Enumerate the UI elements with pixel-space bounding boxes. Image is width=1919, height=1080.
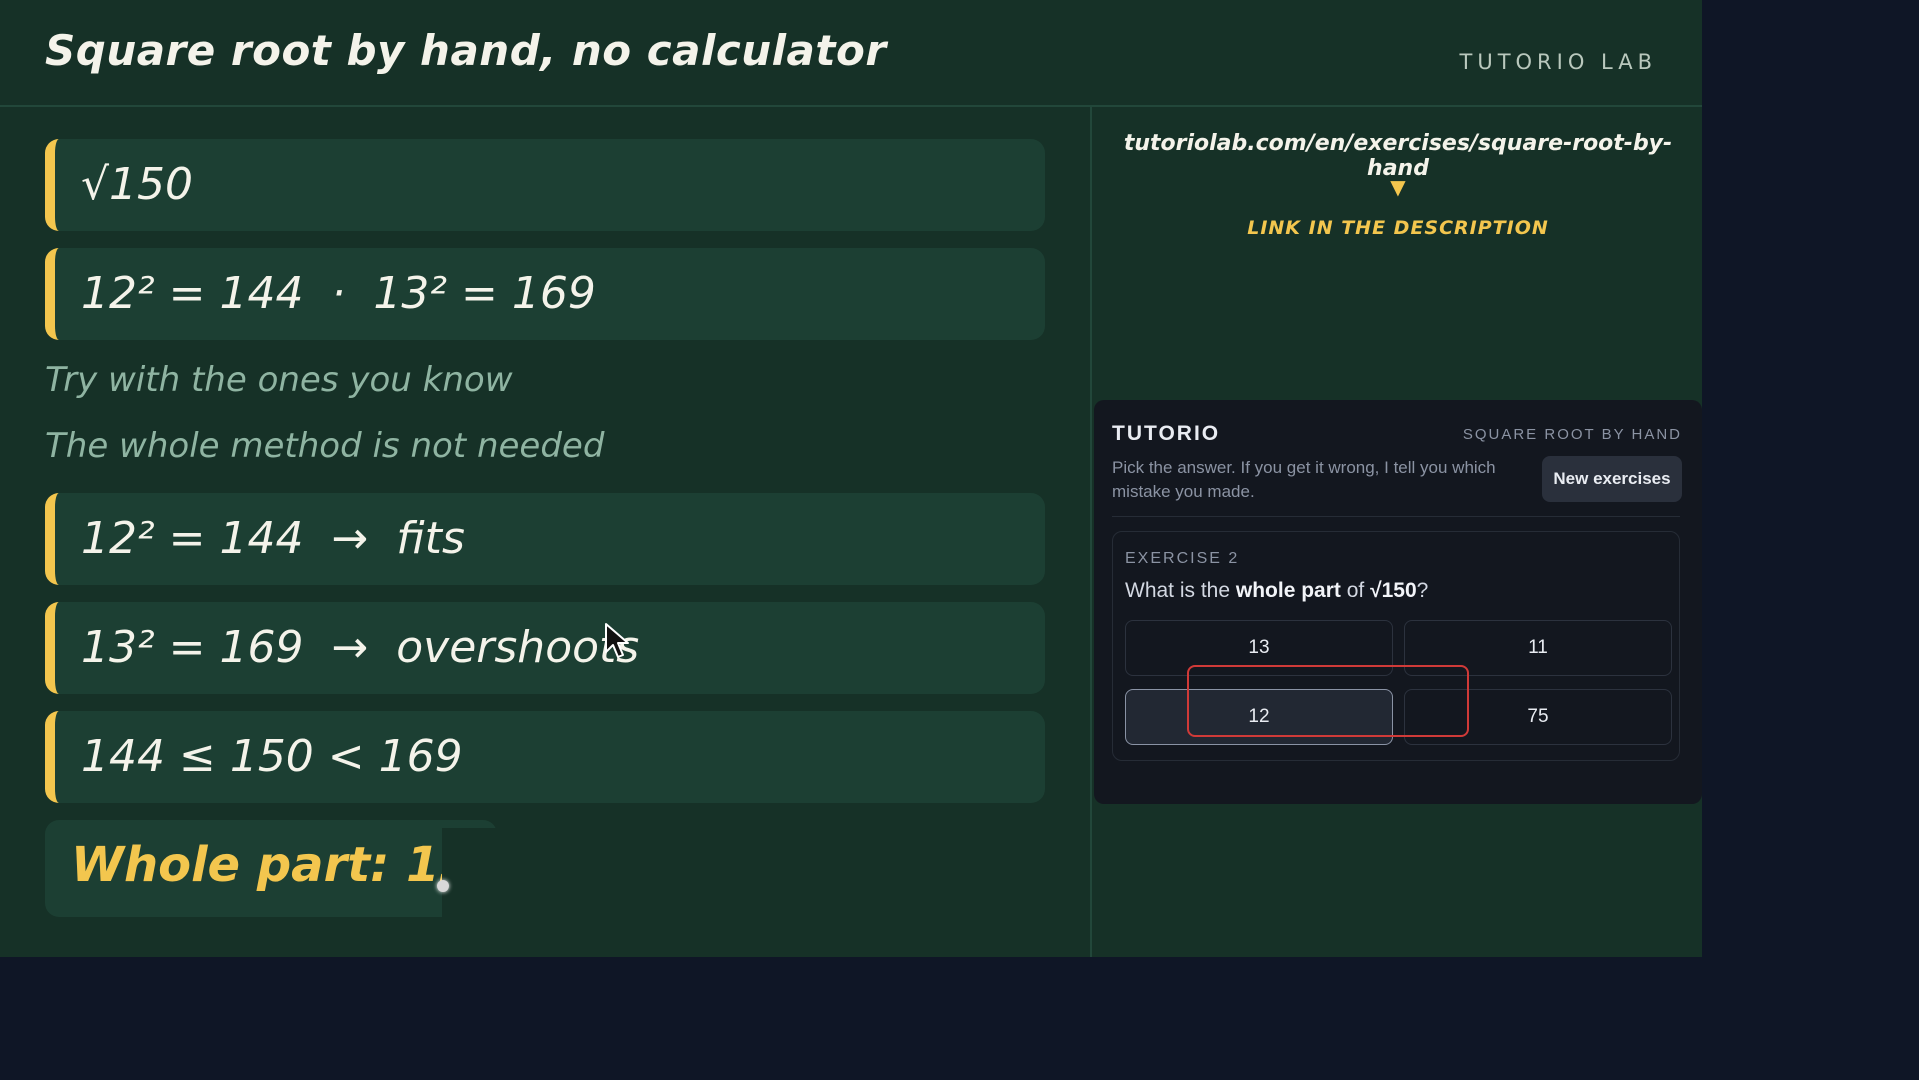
link-description-label: LINK IN THE DESCRIPTION bbox=[1247, 217, 1549, 239]
question-text: of bbox=[1340, 579, 1371, 602]
result-text: Whole part: 12 bbox=[71, 837, 473, 893]
header: Square root by hand, no calculator TUTOR… bbox=[0, 0, 1702, 107]
exercise-widget: TUTORIO SQUARE ROOT BY HAND Pick the ans… bbox=[1094, 400, 1702, 804]
hint-text-1: Try with the ones you know bbox=[45, 360, 513, 400]
step-card-5: 144 ≤ 150 < 169 bbox=[45, 711, 1045, 803]
page-title: Square root by hand, no calculator bbox=[45, 26, 887, 75]
exercise-url: tutoriolab.com/en/exercises/square-root-… bbox=[1123, 131, 1673, 181]
mouse-cursor-icon bbox=[605, 623, 629, 658]
step-card-4: 13² = 169 → overshoots bbox=[45, 602, 1045, 694]
step-text: 13² = 169 → overshoots bbox=[81, 622, 640, 673]
step-card-2: 12² = 144 · 13² = 169 bbox=[45, 248, 1045, 340]
vertical-divider bbox=[1090, 107, 1092, 957]
question-emphasis: whole part bbox=[1235, 579, 1341, 602]
exercise-question: What is the whole part of √150? bbox=[1125, 579, 1428, 603]
step-text: 12² = 144 · 13² = 169 bbox=[81, 268, 596, 319]
hint-text-2: The whole method is not needed bbox=[45, 426, 605, 466]
widget-separator bbox=[1112, 516, 1680, 517]
question-expression: √150 bbox=[1370, 579, 1417, 602]
brand-logo: TUTORIO LAB bbox=[1459, 50, 1657, 74]
highlight-rectangle bbox=[1187, 665, 1469, 737]
arrow-down-icon: ▼ bbox=[1390, 175, 1406, 199]
widget-title: TUTORIO bbox=[1112, 422, 1221, 445]
video-frame: Square root by hand, no calculator TUTOR… bbox=[0, 0, 1702, 957]
reveal-mask bbox=[442, 828, 502, 920]
step-card-3: 12² = 144 → fits bbox=[45, 493, 1045, 585]
pen-dot bbox=[437, 880, 449, 892]
widget-subtitle: SQUARE ROOT BY HAND bbox=[1462, 426, 1682, 443]
step-card-1: √150 bbox=[45, 139, 1045, 231]
result-card: Whole part: 12 bbox=[45, 820, 497, 917]
new-exercises-button[interactable]: New exercises bbox=[1542, 456, 1682, 502]
widget-description: Pick the answer. If you get it wrong, I … bbox=[1112, 458, 1496, 501]
step-text: √150 bbox=[81, 159, 194, 210]
question-text: ? bbox=[1416, 579, 1429, 602]
step-text: 144 ≤ 150 < 169 bbox=[81, 731, 463, 782]
question-text: What is the bbox=[1125, 579, 1236, 602]
step-text: 12² = 144 → fits bbox=[81, 513, 465, 564]
exercise-label: EXERCISE 2 bbox=[1125, 550, 1240, 567]
